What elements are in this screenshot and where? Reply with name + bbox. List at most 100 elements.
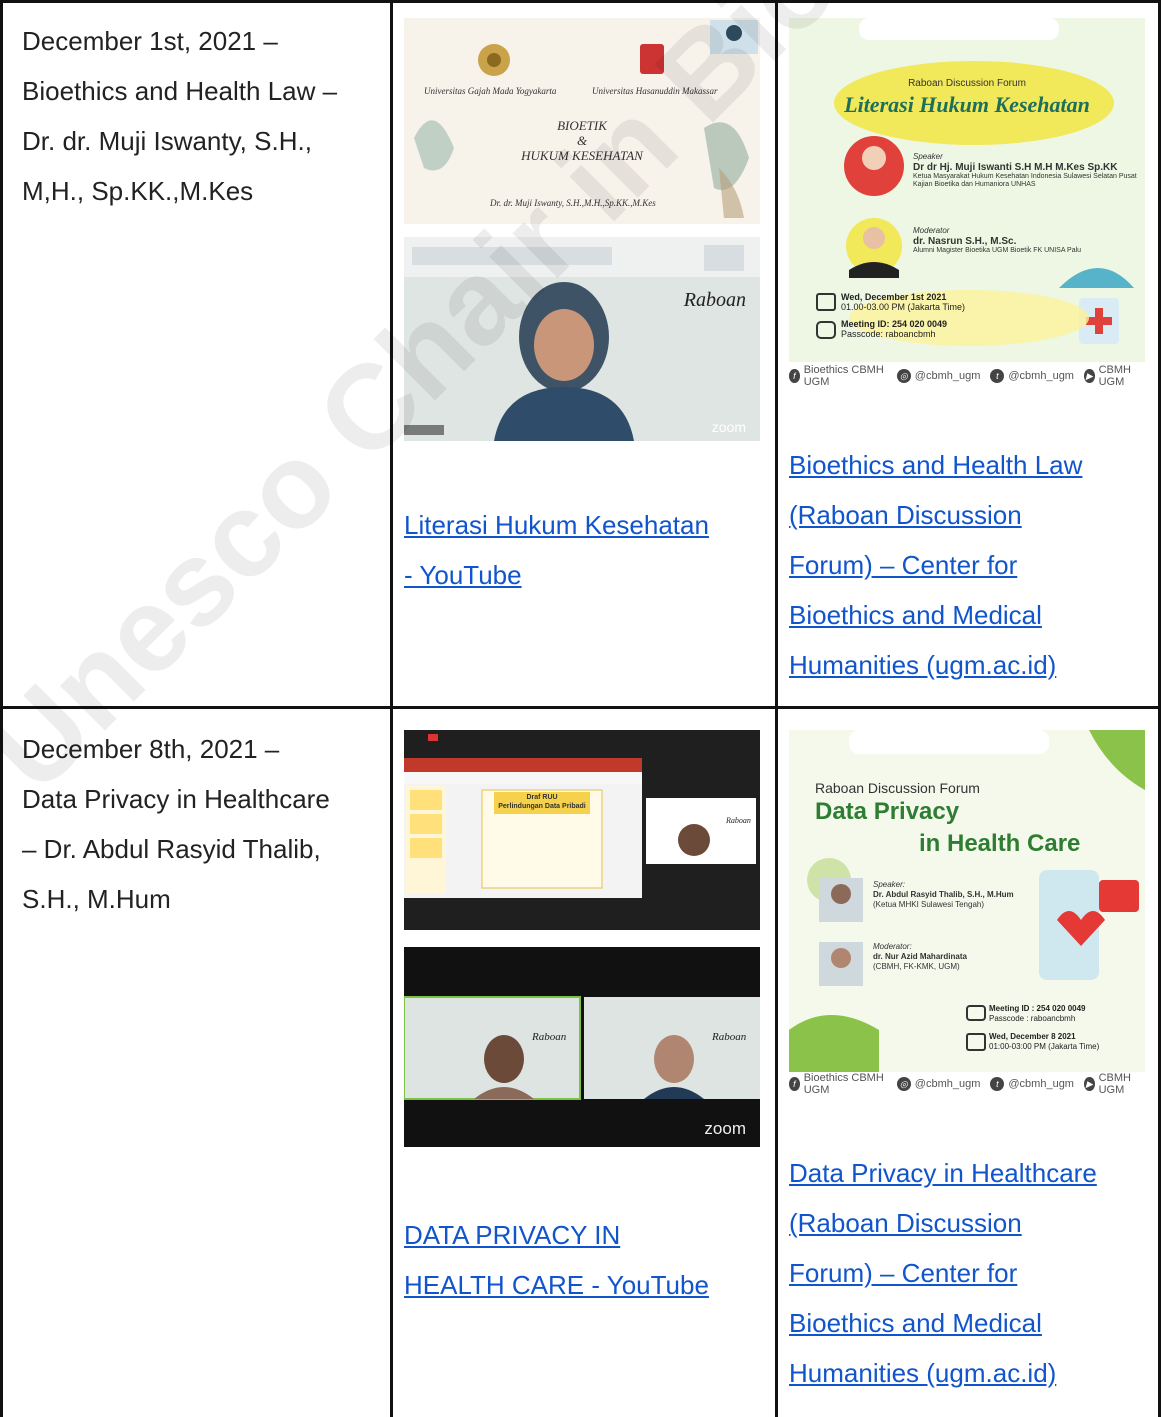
header-logos bbox=[412, 247, 612, 265]
speaker-name: Dr. Abdul Rasyid Thalib, S.H., M.Hum bbox=[873, 890, 1014, 899]
poster-date-block: Wed, December 1st 2021 01.00-03.00 PM (J… bbox=[841, 292, 965, 339]
row1-zoom-thumbnail: Raboan zoom bbox=[404, 237, 760, 441]
passcode: Passcode: raboancbmh bbox=[841, 329, 936, 339]
row1-description: December 1st, 2021 – Bioethics and Healt… bbox=[22, 16, 387, 216]
slide-title-line: BIOETIK bbox=[557, 118, 607, 133]
row1-desc-line: Dr. dr. Muji Iswanty, S.H., bbox=[22, 126, 312, 156]
leaf-decoration-icon bbox=[414, 120, 454, 171]
row2-description: December 8th, 2021 – Data Privacy in Hea… bbox=[22, 724, 387, 924]
speaker-body bbox=[494, 387, 634, 441]
medical-kit-icon bbox=[1099, 880, 1139, 912]
slide-title-line: & bbox=[576, 133, 588, 148]
row2-desc-line: – Dr. Abdul Rasyid Thalib, bbox=[22, 834, 321, 864]
row1-desc-line: Bioethics and Health Law – bbox=[22, 76, 338, 106]
row1-youtube-link[interactable]: Literasi Hukum Kesehatan - YouTube bbox=[404, 500, 769, 600]
univ-left-label: Universitas Gajah Mada Yogyakarta bbox=[424, 86, 557, 96]
speaker-description: Ketua Masyarakat Hukum Kesehatan Indones… bbox=[913, 173, 1137, 188]
gallery-raboan-label: Raboan bbox=[532, 1031, 567, 1043]
event-time: 01:00-03:00 PM (Jakarta Time) bbox=[989, 1042, 1100, 1051]
center-link-line[interactable]: Data Privacy in Healthcare bbox=[789, 1148, 1154, 1198]
poster-title-1: Data Privacy bbox=[815, 798, 960, 825]
video-icon bbox=[816, 321, 836, 339]
umbrella-icon bbox=[1059, 268, 1134, 288]
instagram-icon: ◎ bbox=[896, 1077, 911, 1091]
center-link-line[interactable]: (Raboan Discussion bbox=[789, 1198, 1154, 1248]
table-row-divider bbox=[0, 706, 1161, 709]
row1-desc-line: M,H., Sp.KK.,M.Kes bbox=[22, 176, 254, 206]
moderator-name: dr. Nasrun S.H., M.Sc. bbox=[913, 236, 1017, 247]
social-facebook: Bioethics CBMH UGM bbox=[803, 1072, 884, 1096]
events-table: December 1st, 2021 – Bioethics and Healt… bbox=[0, 0, 1161, 1417]
speaker-description: (Ketua MHKI Sulawesi Tengah) bbox=[873, 900, 985, 909]
facebook-icon: f bbox=[789, 1077, 800, 1091]
youtube-icon: ▶ bbox=[1083, 369, 1095, 383]
slide-heading-line: Perlindungan Data Pribadi bbox=[498, 803, 586, 810]
moderator-description: Alumni Magister Bioetika UGM Bioetik FK … bbox=[913, 247, 1082, 254]
poster-speaker-block: Speaker: Dr. Abdul Rasyid Thalib, S.H., … bbox=[873, 880, 1063, 910]
univ-right-label: Universitas Hasanuddin Makassar bbox=[592, 86, 718, 96]
poster-meeting-block: Meeting ID : 254 020 0049 Passcode : rab… bbox=[989, 1004, 1145, 1052]
poster-title-2: in Health Care bbox=[919, 830, 1081, 857]
center-link-line[interactable]: Bioethics and Medical bbox=[789, 590, 1154, 640]
center-link-line[interactable]: Bioethics and Medical bbox=[789, 1298, 1154, 1348]
row2-youtube-link[interactable]: DATA PRIVACY IN HEALTH CARE - YouTube bbox=[404, 1210, 769, 1310]
center-link-line[interactable]: Humanities (ugm.ac.id) bbox=[789, 640, 1154, 690]
moderator-name: dr. Nur Azid Mahardinata bbox=[873, 952, 967, 961]
row2-center-link[interactable]: Data Privacy in Healthcare (Raboan Discu… bbox=[789, 1148, 1154, 1398]
meeting-id: Meeting ID : 254 020 0049 bbox=[989, 1004, 1086, 1013]
row2-social-bar: f Bioethics CBMH UGM ◎ @cbmh_ugm t @cbmh_ug… bbox=[789, 1072, 1145, 1096]
social-facebook: Bioethics CBMH UGM bbox=[803, 364, 884, 388]
center-link-line[interactable]: Bioethics and Health Law bbox=[789, 440, 1154, 490]
poster-forum-label: Raboan Discussion Forum bbox=[815, 780, 980, 796]
poster-logo-strip bbox=[859, 18, 1059, 40]
poster-logo-strip bbox=[849, 730, 1049, 754]
event-date: Wed, December 1st 2021 bbox=[841, 292, 947, 302]
slide-title-line: HUKUM KESEHATAN bbox=[521, 148, 643, 163]
youtube-link-line[interactable]: DATA PRIVACY IN bbox=[404, 1210, 769, 1260]
row1-desc-line: December 1st, 2021 – bbox=[22, 26, 278, 56]
gallery-raboan-label: Raboan bbox=[712, 1031, 747, 1043]
center-link-line[interactable]: Forum) – Center for bbox=[789, 1248, 1154, 1298]
row2-desc-line: Data Privacy in Healthcare bbox=[22, 784, 330, 814]
row2-event-poster: Raboan Discussion Forum Data Privacy in … bbox=[789, 730, 1145, 1072]
twitter-icon: t bbox=[990, 1077, 1005, 1091]
youtube-icon: ▶ bbox=[1083, 1077, 1095, 1091]
social-twitter: @cbmh_ugm bbox=[1008, 370, 1074, 382]
calendar-icon bbox=[816, 293, 836, 311]
zoom-raboan-label: Raboan bbox=[683, 289, 746, 311]
video-icon bbox=[966, 1005, 986, 1021]
row1-event-poster: Raboan Discussion Forum Literasi Hukum K… bbox=[789, 18, 1145, 362]
facebook-icon: f bbox=[789, 369, 800, 383]
slide-title: BIOETIK & HUKUM KESEHATAN bbox=[494, 118, 670, 163]
poster-speaker-block: Speaker Dr dr Hj. Muji Iswanti S.H M.H M… bbox=[913, 152, 1138, 189]
moderator-description: (CBMH, FK-KMK, UGM) bbox=[873, 962, 960, 971]
zoom-brand-label: zoom bbox=[711, 419, 746, 435]
youtube-link-line[interactable]: Literasi Hukum Kesehatan bbox=[404, 500, 769, 550]
table-border-top bbox=[0, 0, 1161, 3]
poster-moderator-block: Moderator dr. Nasrun S.H., M.Sc. Alumni … bbox=[913, 226, 1138, 255]
calendar-icon bbox=[966, 1033, 986, 1051]
youtube-link-line[interactable]: HEALTH CARE - YouTube bbox=[404, 1260, 769, 1310]
moderator-role: Moderator: bbox=[873, 942, 912, 951]
poster-title: Literasi Hukum Kesehatan bbox=[844, 92, 1090, 117]
event-time: 01.00-03.00 PM (Jakarta Time) bbox=[841, 302, 966, 312]
social-twitter: @cbmh_ugm bbox=[1008, 1078, 1074, 1090]
poster-forum-label: Raboan Discussion Forum bbox=[908, 78, 1026, 89]
speaker-face bbox=[534, 309, 594, 381]
row1-social-bar: f Bioethics CBMH UGM ◎ @cbmh_ugm t @cbmh_ug… bbox=[789, 364, 1145, 388]
unhas-logo-icon bbox=[640, 44, 664, 74]
social-instagram: @cbmh_ugm bbox=[914, 1078, 981, 1090]
center-link-line[interactable]: Humanities (ugm.ac.id) bbox=[789, 1348, 1154, 1398]
youtube-link-line[interactable]: - YouTube bbox=[404, 550, 769, 600]
zoom-brand-label: zoom bbox=[704, 1119, 746, 1138]
center-link-line[interactable]: Forum) – Center for bbox=[789, 540, 1154, 590]
unesco-logo-icon bbox=[704, 245, 744, 271]
speaker-role: Speaker bbox=[913, 152, 943, 161]
twitter-icon: t bbox=[990, 369, 1005, 383]
row1-center-link[interactable]: Bioethics and Health Law (Raboan Discuss… bbox=[789, 440, 1154, 690]
poster-moderator-block: Moderator: dr. Nur Azid Mahardinata (CBM… bbox=[873, 942, 1063, 972]
live-badge-icon bbox=[428, 734, 438, 741]
row2-desc-line: December 8th, 2021 – bbox=[22, 734, 280, 764]
row2-screenshare-thumbnail: Draf RUU Perlindungan Data Pribadi Raboa… bbox=[404, 730, 760, 930]
center-link-line[interactable]: (Raboan Discussion bbox=[789, 490, 1154, 540]
